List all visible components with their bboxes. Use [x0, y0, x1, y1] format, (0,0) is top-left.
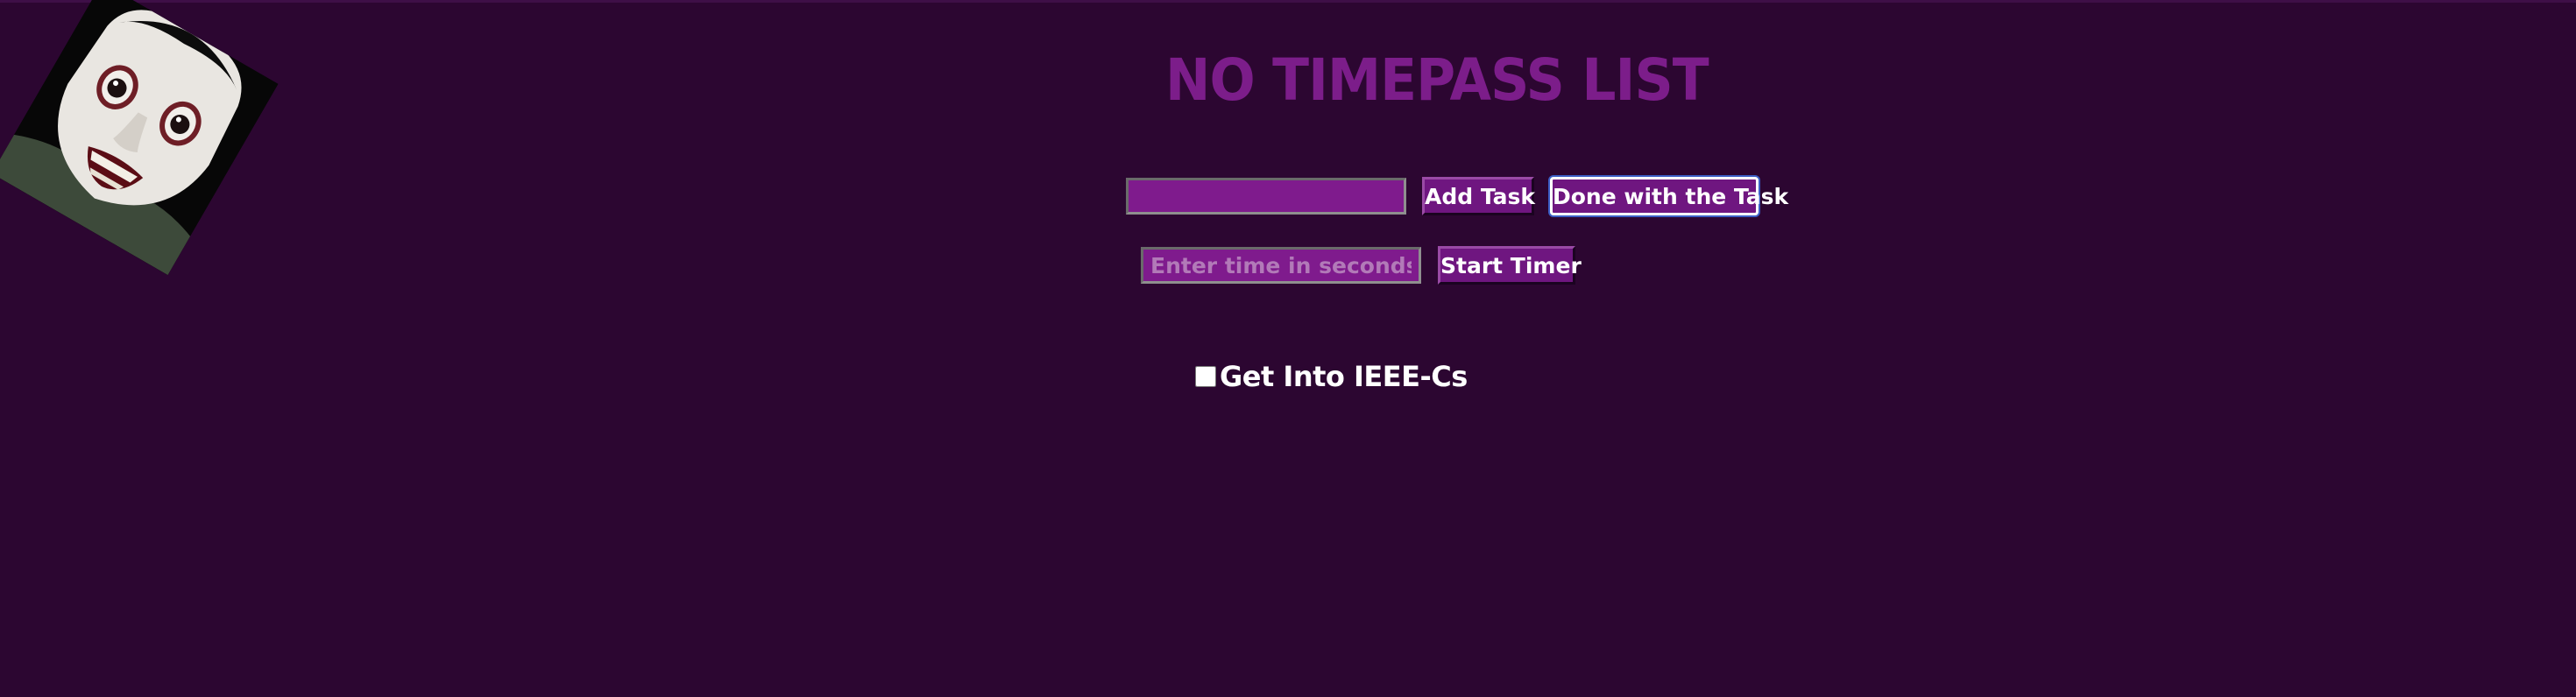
task-label: Get Into IEEE-Cs	[1220, 360, 1468, 393]
task-item: Get Into IEEE-Cs	[1195, 360, 1468, 393]
task-checkbox[interactable]	[1195, 366, 1216, 387]
done-task-button[interactable]: Done with the Task	[1550, 177, 1788, 215]
time-input[interactable]	[1141, 247, 1421, 284]
face-photo-graphic	[0, 0, 279, 276]
add-task-button[interactable]: Add Task	[1422, 177, 1535, 215]
page-title: NO TIMEPASS LIST	[1165, 46, 1709, 114]
app-page: NO TIMEPASS LIST Add Task Done with the …	[0, 0, 2576, 697]
start-timer-button[interactable]: Start Timer	[1438, 246, 1582, 285]
face-photo	[0, 0, 279, 276]
task-input[interactable]	[1126, 178, 1406, 215]
